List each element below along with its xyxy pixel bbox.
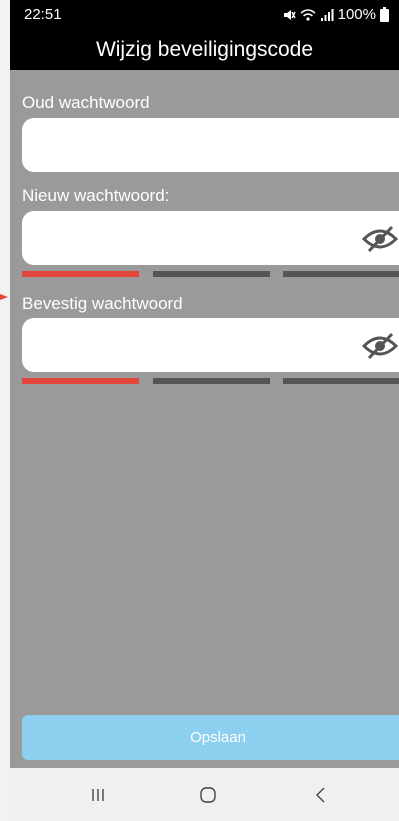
strength-segment-1 bbox=[22, 271, 139, 277]
back-icon bbox=[316, 787, 325, 802]
status-time: 22:51 bbox=[24, 6, 62, 23]
strength-segment-3 bbox=[283, 378, 399, 384]
system-nav-bar bbox=[10, 768, 399, 821]
recent-apps-button[interactable] bbox=[63, 768, 133, 821]
eye-slash-icon[interactable] bbox=[362, 332, 398, 360]
status-icons: 100% bbox=[282, 6, 389, 23]
save-button[interactable]: Opslaan bbox=[22, 715, 399, 760]
signal-icon bbox=[320, 8, 334, 21]
strength-segment-1 bbox=[22, 378, 139, 384]
eye-slash-icon[interactable] bbox=[362, 225, 398, 253]
home-icon bbox=[200, 786, 216, 803]
confirm-password-label: Bevestig wachtwoord bbox=[22, 294, 183, 313]
strength-segment-2 bbox=[153, 271, 270, 277]
home-button[interactable] bbox=[173, 768, 243, 821]
battery-icon bbox=[380, 7, 389, 22]
page-title: Wijzig beveiligingscode bbox=[10, 30, 399, 70]
strength-segment-3 bbox=[283, 271, 399, 277]
new-password-label: Nieuw wachtwoord: bbox=[22, 186, 170, 205]
pointer-arrow-icon bbox=[0, 294, 8, 300]
strength-segment-2 bbox=[153, 378, 270, 384]
old-password-field[interactable] bbox=[22, 118, 399, 172]
confirm-password-field[interactable] bbox=[22, 318, 399, 372]
recent-apps-icon bbox=[92, 788, 104, 801]
wifi-icon bbox=[300, 8, 316, 21]
old-password-label: Oud wachtwoord bbox=[22, 93, 150, 112]
new-password-field[interactable] bbox=[22, 211, 399, 265]
back-button[interactable] bbox=[286, 768, 356, 821]
battery-percentage: 100% bbox=[337, 6, 376, 23]
confirm-password-strength-meter bbox=[22, 378, 399, 384]
app-screen: 22:51 100% Wijzig beveiligingscode Oud w… bbox=[10, 0, 399, 821]
mute-icon bbox=[283, 9, 296, 20]
status-bar: 22:51 100% bbox=[10, 0, 399, 30]
new-password-strength-meter bbox=[22, 271, 399, 277]
